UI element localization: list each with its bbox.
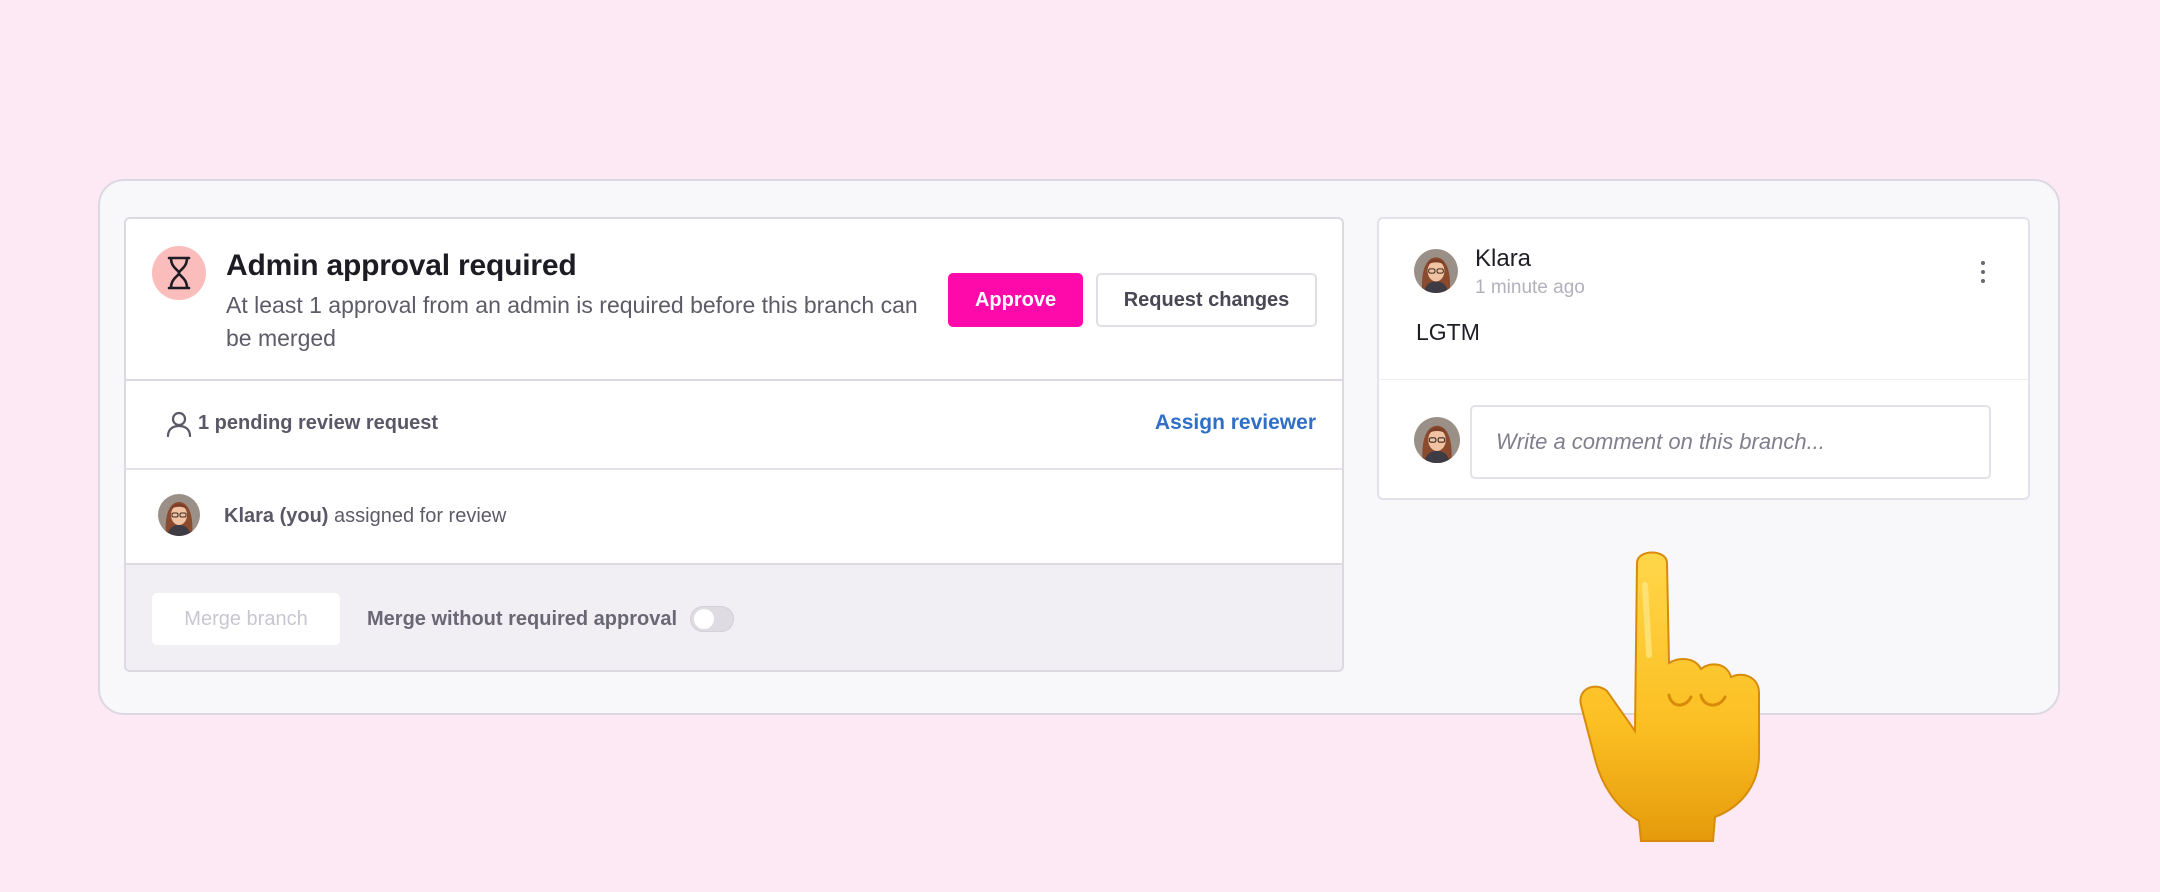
assign-reviewer-link[interactable]: Assign reviewer: [1155, 411, 1316, 435]
reviewer-suffix: assigned for review: [334, 505, 507, 527]
hourglass-icon: [152, 246, 206, 300]
person-icon: [166, 411, 192, 442]
comment-timestamp: 1 minute ago: [1475, 277, 1585, 298]
approval-subtitle: At least 1 approval from an admin is req…: [226, 292, 918, 351]
pointing-hand-icon: [1575, 545, 1775, 845]
avatar: [158, 494, 200, 536]
comment-card: Klara 1 minute ago LGTM: [1377, 217, 2030, 500]
reviewer-row: Klara (you) assigned for review: [126, 470, 1342, 563]
merge-without-approval-label: Merge without required approval: [367, 608, 678, 630]
reviewer-assignment-text: Klara (you) assigned for review: [224, 505, 506, 528]
toggle-knob: [694, 609, 714, 629]
pending-review-text: 1 pending review request: [198, 412, 439, 434]
merge-without-approval-toggle[interactable]: [690, 606, 734, 632]
comment-input[interactable]: [1470, 405, 1991, 479]
approval-card: Admin approval required At least 1 appro…: [124, 217, 1344, 672]
merge-footer: Merge branch Merge without required appr…: [126, 563, 1342, 670]
pending-review-row: 1 pending review request Assign reviewer: [126, 381, 1342, 470]
approve-button[interactable]: Approve: [948, 273, 1083, 327]
reviewer-name: Klara (you): [224, 505, 329, 527]
comment-author: Klara: [1475, 245, 1532, 272]
approval-header: Admin approval required At least 1 appro…: [126, 219, 1342, 381]
divider: [1379, 379, 2028, 380]
approval-title: Admin approval required: [226, 249, 577, 282]
more-options-icon[interactable]: [1977, 259, 1989, 285]
request-changes-button[interactable]: Request changes: [1096, 273, 1317, 327]
comment-body: LGTM: [1416, 319, 1480, 345]
merge-branch-button[interactable]: Merge branch: [152, 593, 340, 645]
avatar: [1414, 417, 1460, 463]
avatar: [1414, 249, 1458, 293]
